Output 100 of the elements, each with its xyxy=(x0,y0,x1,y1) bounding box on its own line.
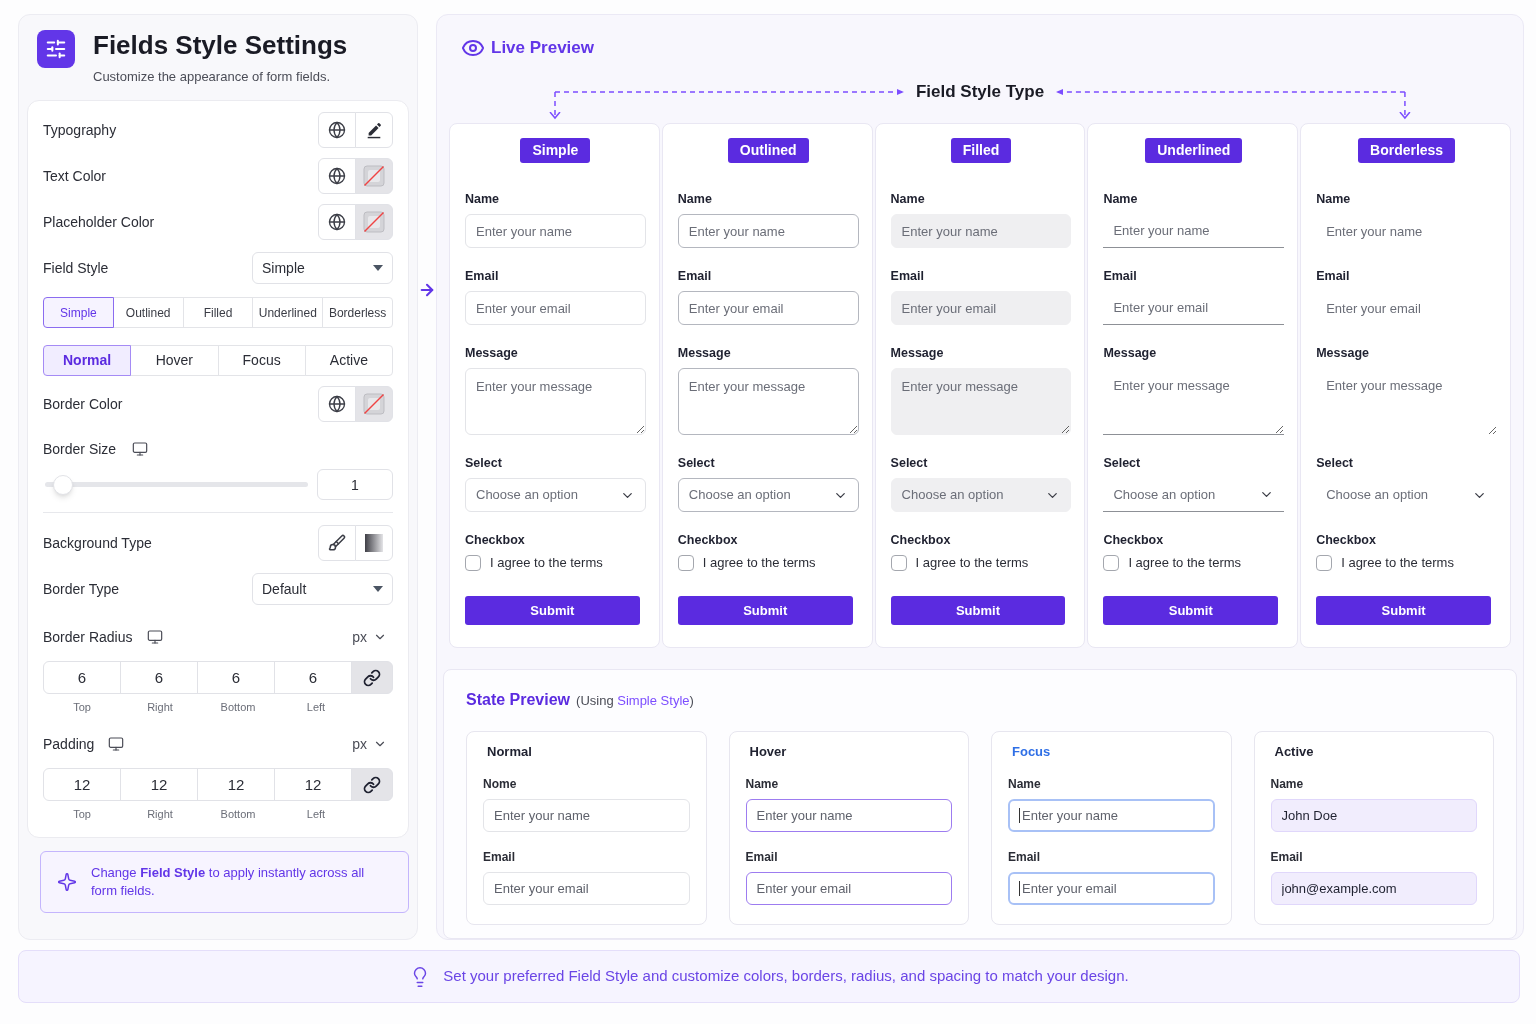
number-input[interactable]: 1 xyxy=(317,469,393,500)
field-label: Name xyxy=(1103,191,1138,207)
dimension-label: Top xyxy=(73,807,91,821)
text-input[interactable]: Enter your email xyxy=(745,872,952,905)
field-label: Checkbox xyxy=(890,532,951,548)
globe-button[interactable] xyxy=(318,158,356,194)
checkbox[interactable] xyxy=(1103,555,1120,571)
text-input[interactable]: John Doe xyxy=(1270,799,1477,832)
setting-label: Typography xyxy=(43,120,117,140)
crossed-swatch-icon xyxy=(363,165,385,187)
field-label: Message xyxy=(890,345,944,361)
style-option[interactable]: Underlined xyxy=(252,297,324,328)
field-label: Message xyxy=(465,345,518,361)
field-label: Select xyxy=(465,455,502,471)
monitor-icon xyxy=(146,629,163,645)
style-option[interactable]: Outlined xyxy=(112,297,184,328)
submit-button[interactable]: Submit xyxy=(890,596,1066,625)
style-option[interactable]: Filled xyxy=(182,297,254,328)
gradient-button[interactable] xyxy=(355,525,393,561)
select-dropdown[interactable]: Default xyxy=(252,573,393,605)
field-label: Select xyxy=(677,455,715,471)
field-label: Name xyxy=(1008,776,1041,792)
globe-button[interactable] xyxy=(318,204,356,240)
unit-dropdown[interactable]: px xyxy=(352,626,393,648)
slider-thumb[interactable] xyxy=(53,474,74,495)
select-dropdown[interactable]: Choose an option xyxy=(1103,478,1285,512)
submit-button[interactable]: Submit xyxy=(465,596,640,625)
text-input[interactable]: Enter your email xyxy=(1008,872,1215,905)
checkbox[interactable] xyxy=(677,555,694,571)
color-swatch-button[interactable] xyxy=(355,158,393,194)
text-input[interactable]: Enter your email xyxy=(1316,291,1497,325)
select-dropdown[interactable]: Choose an option xyxy=(465,478,646,512)
setting-label: Border Color xyxy=(43,394,123,414)
monitor-icon xyxy=(108,736,125,752)
color-swatch-button[interactable] xyxy=(355,386,393,422)
state-title: Active xyxy=(1273,744,1314,760)
globe-icon xyxy=(328,167,346,185)
dimension-input[interactable]: 6 xyxy=(197,661,275,694)
field-label: Email xyxy=(483,849,515,865)
field-label: Name xyxy=(890,191,925,207)
text-input[interactable]: Enter your name xyxy=(677,214,859,248)
globe-button[interactable] xyxy=(318,386,356,422)
state-tab[interactable]: Active xyxy=(304,345,393,376)
state-tab[interactable]: Normal xyxy=(43,345,132,376)
message-textarea[interactable]: Enter your message xyxy=(677,368,859,435)
select-dropdown[interactable]: Choose an option xyxy=(890,478,1072,512)
link-toggle[interactable] xyxy=(351,661,393,694)
color-swatch-button[interactable] xyxy=(355,204,393,240)
dimension-input[interactable]: 6 xyxy=(43,661,121,694)
dimension-input[interactable]: 12 xyxy=(197,768,275,801)
select-dropdown[interactable]: Choose an option xyxy=(1316,478,1497,512)
solid-fill-button[interactable] xyxy=(318,525,356,561)
field-label: Checkbox xyxy=(1103,532,1164,548)
submit-button[interactable]: Submit xyxy=(1316,596,1491,625)
gradient-swatch-icon xyxy=(365,534,383,552)
field-label: Email xyxy=(677,268,712,284)
state-tab[interactable]: Hover xyxy=(130,345,219,376)
text-input[interactable]: Enter your email xyxy=(1103,291,1285,325)
field-label: Email xyxy=(745,849,778,865)
text-input[interactable]: john@example.com xyxy=(1270,872,1477,905)
unit-dropdown[interactable]: px xyxy=(352,733,393,755)
text-input[interactable]: Enter your name xyxy=(1103,214,1285,248)
tip-text: Set your preferred Field Style and customize colors, borders, radius, and spacing to match your design. xyxy=(443,966,1129,987)
style-tag: Outlined xyxy=(727,138,809,163)
dimension-input[interactable]: 12 xyxy=(120,768,198,801)
submit-button[interactable]: Submit xyxy=(677,596,853,625)
text-input[interactable]: Enter your name xyxy=(1008,799,1215,832)
field-label: Name xyxy=(1316,191,1351,207)
dimension-input[interactable]: 12 xyxy=(274,768,352,801)
setting-label: Placeholder Color xyxy=(43,212,155,232)
state-title: Focus xyxy=(1011,744,1051,760)
dimension-input[interactable]: 12 xyxy=(43,768,121,801)
state-title: Hover xyxy=(748,744,787,760)
dimension-label: Bottom xyxy=(220,700,256,714)
select-dropdown[interactable]: Simple xyxy=(252,252,393,284)
globe-icon xyxy=(328,395,346,413)
select-dropdown[interactable]: Choose an option xyxy=(677,478,859,512)
checkbox[interactable] xyxy=(465,555,481,571)
text-input[interactable]: Enter your name xyxy=(745,799,952,832)
link-toggle[interactable] xyxy=(351,768,393,801)
text-input[interactable]: Enter your email xyxy=(677,291,859,325)
panel-title: Fields Style Settings xyxy=(93,30,348,60)
style-link[interactable]: Simple Style xyxy=(617,693,690,708)
checkbox-label: I agree to the terms xyxy=(915,554,1029,573)
style-option[interactable]: Borderless xyxy=(322,297,393,328)
dimension-input[interactable]: 6 xyxy=(120,661,198,694)
field-label: Select xyxy=(1103,455,1141,471)
checkbox[interactable] xyxy=(1316,555,1333,571)
style-option[interactable]: Simple xyxy=(43,297,114,328)
state-tab[interactable]: Focus xyxy=(217,345,306,376)
message-textarea[interactable]: Enter your message xyxy=(1103,368,1285,435)
edit-button[interactable] xyxy=(355,112,393,148)
checkbox-label: I agree to the terms xyxy=(490,554,603,573)
field-label: Checkbox xyxy=(465,532,525,548)
text-input[interactable]: Enter your name xyxy=(1316,214,1497,248)
message-textarea[interactable]: Enter your message xyxy=(1316,368,1497,435)
globe-button[interactable] xyxy=(318,112,356,148)
dimension-input[interactable]: 6 xyxy=(274,661,352,694)
checkbox[interactable] xyxy=(890,555,907,571)
submit-button[interactable]: Submit xyxy=(1103,596,1279,625)
